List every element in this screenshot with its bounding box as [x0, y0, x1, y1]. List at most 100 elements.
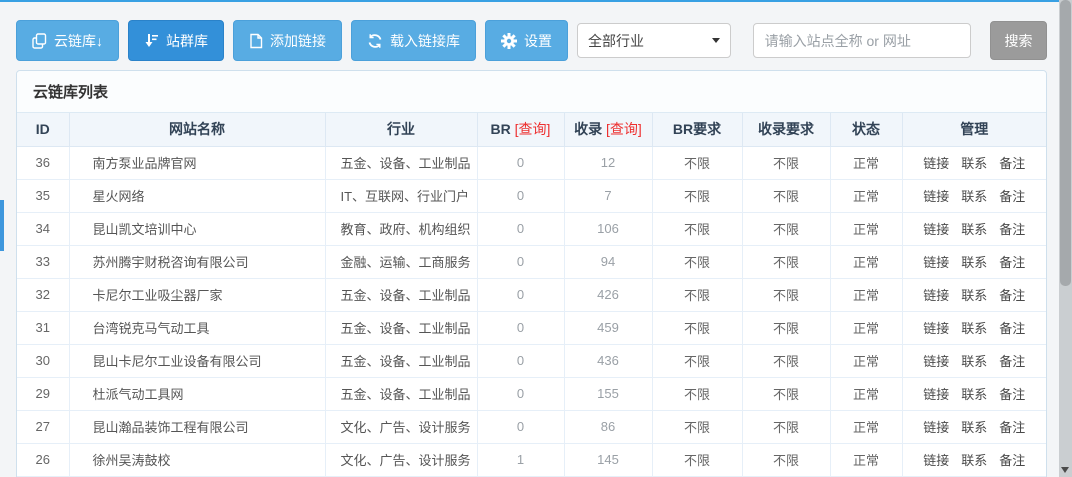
- action-link[interactable]: 联系: [961, 450, 987, 469]
- load-link-library-button[interactable]: 载入链接库: [351, 20, 476, 61]
- copy-icon: [32, 33, 47, 49]
- action-link[interactable]: 备注: [999, 219, 1025, 238]
- table-row: 30 昆山卡尼尔工业设备有限公司 五金、设备、工业制品 0 436 不限 不限 …: [17, 344, 1046, 377]
- cell-actions: 链接联系备注: [902, 278, 1046, 311]
- cell-site-name: 卡尼尔工业吸尘器厂家: [69, 278, 325, 311]
- table-row: 34 昆山凯文培训中心 教育、政府、机构组织 0 106 不限 不限 正常 链接…: [17, 212, 1046, 245]
- cell-included: 94: [564, 245, 652, 278]
- action-link[interactable]: 备注: [999, 384, 1025, 403]
- action-link[interactable]: 备注: [999, 351, 1025, 370]
- cell-id: 29: [17, 377, 69, 410]
- action-link[interactable]: 链接: [923, 153, 949, 172]
- table-row: 32 卡尼尔工业吸尘器厂家 五金、设备、工业制品 0 426 不限 不限 正常 …: [17, 278, 1046, 311]
- panel-title: 云链库列表: [33, 81, 108, 102]
- action-link[interactable]: 链接: [923, 351, 949, 370]
- cell-id: 31: [17, 311, 69, 344]
- cell-site-name: 昆山瀚品装饰工程有限公司: [69, 410, 325, 443]
- action-link[interactable]: 备注: [999, 285, 1025, 304]
- cell-actions: 链接联系备注: [902, 146, 1046, 179]
- cell-br-requirement: 不限: [652, 377, 742, 410]
- cell-included-requirement: 不限: [742, 212, 830, 245]
- action-link[interactable]: 链接: [923, 450, 949, 469]
- sort-amount-down-icon: [144, 33, 159, 48]
- gear-icon: [501, 33, 517, 49]
- cell-br: 0: [477, 311, 564, 344]
- cell-status: 正常: [830, 443, 902, 476]
- cell-site-name: 星火网络: [69, 179, 325, 212]
- action-link[interactable]: 链接: [923, 384, 949, 403]
- action-link[interactable]: 联系: [961, 186, 987, 205]
- br-query-link[interactable]: [查询]: [515, 121, 551, 137]
- action-link[interactable]: 链接: [923, 186, 949, 205]
- toolbar: 云链库↓ 站群库 添加链接: [16, 20, 1047, 61]
- col-header-name: 网站名称: [69, 113, 325, 146]
- cell-actions: 链接联系备注: [902, 179, 1046, 212]
- action-link[interactable]: 联系: [961, 384, 987, 403]
- action-link[interactable]: 备注: [999, 186, 1025, 205]
- settings-button[interactable]: 设置: [485, 20, 568, 61]
- col-header-manage: 管理: [902, 113, 1046, 146]
- action-link[interactable]: 备注: [999, 153, 1025, 172]
- link-table: ID 网站名称 行业 BR [查询] 收录 [查询] BR要求 收录要求 状态 …: [17, 113, 1046, 477]
- site-search-input[interactable]: [753, 23, 971, 58]
- cell-br: 0: [477, 410, 564, 443]
- cell-included-requirement: 不限: [742, 377, 830, 410]
- cloud-link-library-button[interactable]: 云链库↓: [16, 20, 119, 61]
- cell-actions: 链接联系备注: [902, 212, 1046, 245]
- cloud-link-library-label: 云链库↓: [54, 31, 103, 51]
- cell-id: 36: [17, 146, 69, 179]
- cell-br: 1: [477, 443, 564, 476]
- cell-included: 12: [564, 146, 652, 179]
- action-link[interactable]: 备注: [999, 318, 1025, 337]
- action-link[interactable]: 备注: [999, 450, 1025, 469]
- cell-id: 27: [17, 410, 69, 443]
- action-link[interactable]: 联系: [961, 219, 987, 238]
- action-link[interactable]: 联系: [961, 285, 987, 304]
- table-row: 31 台湾锐克马气动工具 五金、设备、工业制品 0 459 不限 不限 正常 链…: [17, 311, 1046, 344]
- scrollbar-thumb[interactable]: [1060, 0, 1071, 286]
- cell-id: 26: [17, 443, 69, 476]
- action-link[interactable]: 联系: [961, 153, 987, 172]
- col-header-id: ID: [17, 113, 69, 146]
- table-row: 36 南方泵业品牌官网 五金、设备、工业制品 0 12 不限 不限 正常 链接联…: [17, 146, 1046, 179]
- cell-included-requirement: 不限: [742, 245, 830, 278]
- table-row: 27 昆山瀚品装饰工程有限公司 文化、广告、设计服务 0 86 不限 不限 正常…: [17, 410, 1046, 443]
- search-button[interactable]: 搜索: [990, 21, 1047, 60]
- action-link[interactable]: 联系: [961, 252, 987, 271]
- table-row: 29 杜派气动工具网 五金、设备、工业制品 0 155 不限 不限 正常 链接联…: [17, 377, 1046, 410]
- industry-filter-select[interactable]: 全部行业: [577, 23, 731, 58]
- cell-br: 0: [477, 212, 564, 245]
- cell-br: 0: [477, 146, 564, 179]
- scrollbar-down-arrow-icon[interactable]: [1061, 467, 1069, 473]
- action-link[interactable]: 链接: [923, 417, 949, 436]
- action-link[interactable]: 备注: [999, 252, 1025, 271]
- cell-included-requirement: 不限: [742, 410, 830, 443]
- col-header-included-req: 收录要求: [742, 113, 830, 146]
- cell-included-requirement: 不限: [742, 278, 830, 311]
- cell-site-name: 徐州吴涛鼓校: [69, 443, 325, 476]
- add-link-button[interactable]: 添加链接: [233, 20, 342, 61]
- cell-site-name: 苏州腾宇财税咨询有限公司: [69, 245, 325, 278]
- cell-site-name: 台湾锐克马气动工具: [69, 311, 325, 344]
- action-link[interactable]: 备注: [999, 417, 1025, 436]
- action-link[interactable]: 链接: [923, 318, 949, 337]
- action-link[interactable]: 联系: [961, 417, 987, 436]
- site-group-library-button[interactable]: 站群库: [128, 20, 224, 61]
- action-link[interactable]: 链接: [923, 252, 949, 271]
- cell-status: 正常: [830, 344, 902, 377]
- cell-id: 30: [17, 344, 69, 377]
- table-row: 35 星火网络 IT、互联网、行业门户 0 7 不限 不限 正常 链接联系备注: [17, 179, 1046, 212]
- action-link[interactable]: 链接: [923, 219, 949, 238]
- action-link[interactable]: 链接: [923, 285, 949, 304]
- settings-label: 设置: [524, 31, 552, 51]
- vertical-scrollbar[interactable]: [1059, 0, 1072, 477]
- cell-included-requirement: 不限: [742, 179, 830, 212]
- cell-status: 正常: [830, 179, 902, 212]
- action-link[interactable]: 联系: [961, 351, 987, 370]
- cell-status: 正常: [830, 410, 902, 443]
- included-query-link[interactable]: [查询]: [606, 121, 642, 137]
- action-link[interactable]: 联系: [961, 318, 987, 337]
- load-link-library-label: 载入链接库: [390, 31, 460, 51]
- cell-included: 426: [564, 278, 652, 311]
- cell-industry: 五金、设备、工业制品: [325, 377, 477, 410]
